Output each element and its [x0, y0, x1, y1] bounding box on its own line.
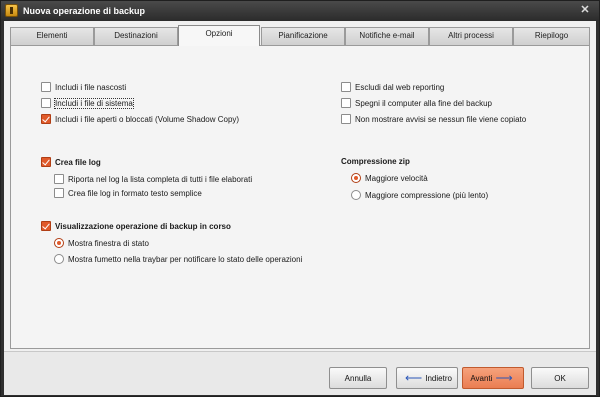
- option-log-plain-text[interactable]: Crea file log in formato testo semplice: [54, 187, 202, 199]
- option-log-plain-text-label: Crea file log in formato testo semplice: [68, 188, 202, 198]
- option-exclude-web-reporting[interactable]: Escludi dal web reporting: [341, 81, 444, 93]
- option-shutdown-label: Spegni il computer alla fine del backup: [355, 98, 492, 108]
- option-system-files[interactable]: Includi i file di sistema: [41, 97, 134, 109]
- option-create-log-label: Crea file log: [55, 157, 101, 167]
- zip-title: Compressione zip: [341, 156, 410, 166]
- radio-zip-compression[interactable]: [351, 190, 361, 200]
- display-option-traybar-label: Mostra fumetto nella traybar per notific…: [68, 254, 303, 264]
- tab-pianificazione[interactable]: Pianificazione: [261, 27, 345, 45]
- option-create-log[interactable]: Crea file log: [41, 156, 101, 168]
- options-panel: Includi i file nascosti Includi i file d…: [10, 45, 590, 349]
- checkbox-show-progress[interactable]: [41, 221, 51, 231]
- zip-option-speed-label: Maggiore velocità: [365, 173, 428, 183]
- display-option-status-window-label: Mostra finestra di stato: [68, 238, 149, 248]
- next-button[interactable]: Avanti ⟶: [462, 367, 524, 389]
- option-open-files-label: Includi i file aperti o bloccati (Volume…: [55, 114, 240, 124]
- option-show-progress[interactable]: Visualizzazione operazione di backup in …: [41, 220, 231, 232]
- option-show-progress-label: Visualizzazione operazione di backup in …: [55, 221, 231, 231]
- checkbox-log-full-list[interactable]: [54, 174, 64, 184]
- tab-opzioni[interactable]: Opzioni: [178, 25, 260, 46]
- option-exclude-web-reporting-label: Escludi dal web reporting: [355, 82, 445, 92]
- close-icon[interactable]: ✕: [579, 4, 591, 16]
- option-hidden-files-label: Includi i file nascosti: [55, 82, 127, 92]
- radio-zip-speed[interactable]: [351, 173, 361, 183]
- back-button-label: Indietro: [425, 373, 452, 383]
- zip-option-speed[interactable]: Maggiore velocità: [351, 172, 428, 184]
- checkbox-no-warnings[interactable]: [341, 114, 351, 124]
- button-bar: Annulla ⟵ Indietro Avanti ⟶ OK: [4, 351, 596, 395]
- checkbox-system-files[interactable]: [41, 98, 51, 108]
- cancel-button-label: Annulla: [344, 373, 372, 383]
- zip-option-compression[interactable]: Maggiore compressione (più lento): [351, 189, 488, 201]
- radio-traybar[interactable]: [54, 254, 64, 264]
- option-hidden-files[interactable]: Includi i file nascosti: [41, 81, 126, 93]
- backup-dialog-window: Nuova operazione di backup ✕ Elementi De…: [0, 0, 600, 397]
- radio-status-window[interactable]: [54, 238, 64, 248]
- option-no-warnings[interactable]: Non mostrare avvisi se nessun file viene…: [341, 113, 526, 125]
- cancel-button[interactable]: Annulla: [329, 367, 387, 389]
- checkbox-shutdown[interactable]: [341, 98, 351, 108]
- tab-elementi[interactable]: Elementi: [10, 27, 94, 45]
- checkbox-hidden-files[interactable]: [41, 82, 51, 92]
- display-option-traybar[interactable]: Mostra fumetto nella traybar per notific…: [54, 253, 302, 265]
- dialog-body: Elementi Destinazioni Opzioni Pianificaz…: [4, 21, 596, 395]
- tab-riepilogo[interactable]: Riepilogo: [513, 27, 590, 45]
- next-button-label: Avanti: [470, 373, 493, 383]
- tab-altri-processi[interactable]: Altri processi: [429, 27, 513, 45]
- checkbox-create-log[interactable]: [41, 157, 51, 167]
- display-option-status-window[interactable]: Mostra finestra di stato: [54, 237, 149, 249]
- tab-destinazioni[interactable]: Destinazioni: [94, 27, 178, 45]
- tab-notifiche-email[interactable]: Notifiche e-mail: [345, 27, 429, 45]
- option-no-warnings-label: Non mostrare avvisi se nessun file viene…: [355, 114, 527, 124]
- option-system-files-label: Includi i file di sistema: [54, 97, 134, 109]
- ok-button-label: OK: [554, 373, 566, 383]
- checkbox-exclude-web-reporting[interactable]: [341, 82, 351, 92]
- window-title: Nuova operazione di backup: [23, 6, 146, 16]
- checkbox-open-files[interactable]: [41, 114, 51, 124]
- ok-button[interactable]: OK: [531, 367, 589, 389]
- option-shutdown[interactable]: Spegni il computer alla fine del backup: [341, 97, 492, 109]
- back-button[interactable]: ⟵ Indietro: [396, 367, 458, 389]
- option-log-full-list-label: Riporta nel log la lista completa di tut…: [68, 174, 253, 184]
- app-icon: [5, 4, 18, 17]
- zip-option-compression-label: Maggiore compressione (più lento): [365, 190, 489, 200]
- checkbox-log-plain-text[interactable]: [54, 188, 64, 198]
- option-log-full-list[interactable]: Riporta nel log la lista completa di tut…: [54, 173, 252, 185]
- tab-bar: Elementi Destinazioni Opzioni Pianificaz…: [10, 25, 590, 46]
- arrow-right-icon: ⟶: [495, 371, 513, 385]
- arrow-left-icon: ⟵: [405, 371, 423, 385]
- option-open-files[interactable]: Includi i file aperti o bloccati (Volume…: [41, 113, 239, 125]
- title-bar[interactable]: Nuova operazione di backup ✕: [1, 1, 599, 21]
- zip-section-title: Compressione zip: [341, 155, 410, 167]
